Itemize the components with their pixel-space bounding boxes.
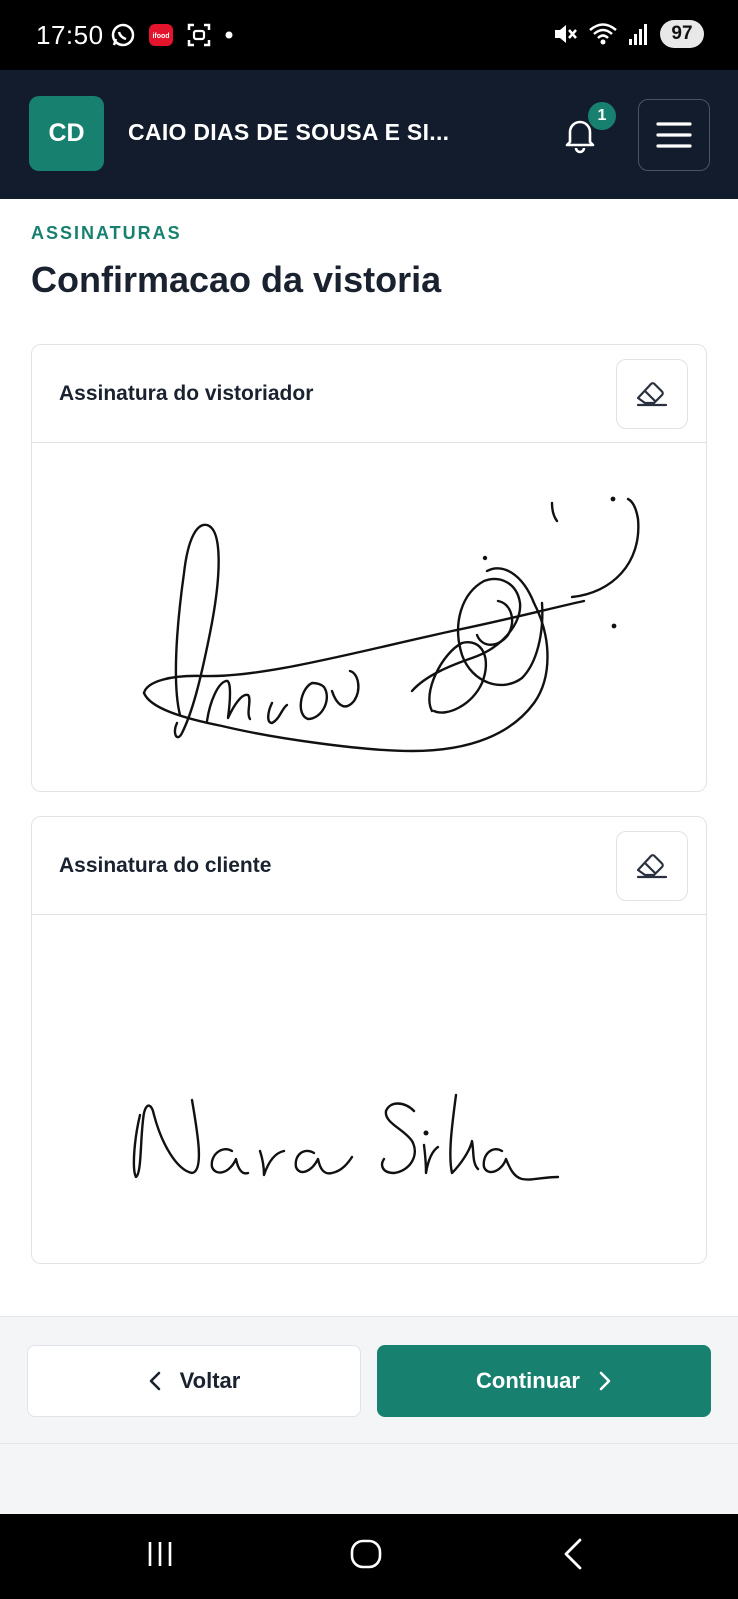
whatsapp-icon	[111, 23, 135, 47]
client-signature-card: Assinatura do cliente	[31, 816, 707, 1264]
section-kicker: ASSINATURAS	[31, 223, 182, 243]
menu-button[interactable]	[638, 99, 710, 171]
screenshot-icon	[187, 23, 211, 47]
svg-text:ifood: ifood	[152, 33, 169, 40]
app-header: CD CAIO DIAS DE SOUSA E SI... 1	[0, 70, 738, 199]
inspector-signature-card: Assinatura do vistoriador	[31, 344, 707, 792]
page-title: Confirmacao da vistoria	[31, 259, 442, 300]
chevron-right-icon	[599, 1371, 611, 1391]
status-system-icons: 97	[552, 20, 704, 48]
footer-actions: Voltar Continuar	[0, 1316, 738, 1444]
continue-button-label: Continuar	[476, 1368, 580, 1393]
recent-apps-icon[interactable]	[146, 1534, 174, 1574]
notification-badge: 1	[586, 100, 618, 132]
status-bar: 17:50 ifood 97	[0, 0, 738, 70]
clear-signature-button[interactable]	[616, 831, 688, 901]
signature-pad-client[interactable]	[32, 915, 706, 1263]
card-header: Assinatura do vistoriador	[32, 345, 706, 443]
back-nav-icon[interactable]	[558, 1534, 586, 1574]
signature-pad-inspector[interactable]	[32, 443, 706, 791]
status-time: 17:50	[36, 20, 104, 50]
system-nav-bar	[0, 1514, 738, 1599]
continue-button[interactable]: Continuar	[377, 1345, 711, 1417]
ifood-icon: ifood	[149, 24, 173, 46]
back-button[interactable]: Voltar	[27, 1345, 361, 1417]
wifi-icon	[589, 23, 617, 45]
hamburger-icon	[656, 122, 692, 148]
eraser-icon	[636, 382, 668, 407]
status-notification-icons: ifood	[110, 22, 234, 48]
battery-icon: 97	[660, 20, 704, 48]
signal-icon	[629, 24, 647, 45]
clear-signature-button[interactable]	[616, 359, 688, 429]
dot-icon	[225, 31, 233, 39]
main-content: ASSINATURAS Confirmacao da vistoria Assi…	[0, 199, 738, 1316]
inspector-signature-drawing	[142, 496, 640, 753]
client-signature-drawing	[132, 1093, 560, 1181]
chevron-left-icon	[149, 1371, 160, 1391]
card-header: Assinatura do cliente	[32, 817, 706, 915]
avatar[interactable]: CD	[29, 96, 104, 171]
card-title: Assinatura do vistoriador	[59, 382, 314, 405]
mute-icon	[555, 25, 577, 43]
home-icon[interactable]	[346, 1534, 386, 1574]
page-bottom-spacer	[0, 1444, 738, 1514]
eraser-icon	[636, 854, 668, 879]
card-title: Assinatura do cliente	[59, 854, 272, 877]
back-button-label: Voltar	[179, 1368, 241, 1393]
company-name: CAIO DIAS DE SOUSA E SI...	[128, 119, 450, 145]
